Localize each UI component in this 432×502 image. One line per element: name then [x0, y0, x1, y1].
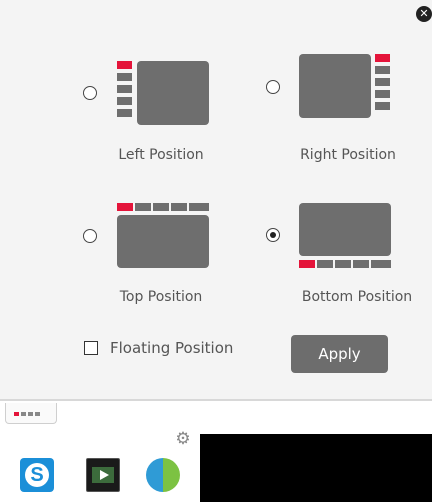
top-position-label: Top Position — [119, 289, 203, 305]
left-bar-block — [117, 85, 132, 93]
radio-right-position[interactable] — [266, 80, 280, 94]
top-preview-screen — [117, 215, 209, 268]
left-bar-block-active — [117, 61, 132, 69]
launcher-toggle-tab[interactable] — [5, 403, 57, 424]
top-bar-block — [153, 203, 169, 211]
left-preview-screen — [137, 61, 209, 125]
media-player-icon[interactable] — [86, 458, 120, 492]
skype-glyph: S — [30, 464, 44, 486]
right-bar-block-active — [375, 54, 390, 62]
left-bar-block — [117, 97, 132, 105]
right-bar-block — [375, 66, 390, 74]
left-bar-block — [117, 73, 132, 81]
bottom-preview-screen — [299, 203, 391, 256]
desktop-background — [200, 434, 432, 502]
panel-divider — [0, 399, 432, 401]
right-bar-block — [375, 78, 390, 86]
top-bar-block-active — [117, 203, 133, 211]
bottom-bar-block — [317, 260, 333, 268]
radio-left-position[interactable] — [83, 86, 97, 100]
skype-icon[interactable]: S — [20, 458, 54, 492]
right-bar-block — [375, 90, 390, 98]
tab-dot-active — [14, 412, 19, 416]
tab-dot — [21, 412, 26, 416]
tab-dot — [28, 412, 33, 416]
globe-icon[interactable] — [146, 458, 180, 492]
bottom-position-label: Bottom Position — [301, 289, 413, 305]
top-bar-block — [135, 203, 151, 211]
top-bar-block — [189, 203, 209, 211]
radio-bottom-position[interactable] — [266, 228, 280, 242]
top-bar-block — [171, 203, 187, 211]
left-bar-block — [117, 109, 132, 117]
position-dialog: ✕ Left Position Right Position Top Posit… — [0, 0, 432, 399]
bottom-bar-block-active — [299, 260, 315, 268]
bottom-bar-block — [353, 260, 369, 268]
floating-position-label: Floating Position — [110, 339, 234, 357]
bottom-bar-block — [371, 260, 391, 268]
right-preview-screen — [299, 54, 371, 118]
right-bar-block — [375, 102, 390, 110]
right-position-label: Right Position — [300, 147, 396, 163]
gear-icon[interactable]: ⚙ — [174, 430, 192, 448]
floating-position-checkbox[interactable] — [84, 341, 98, 355]
radio-top-position[interactable] — [83, 229, 97, 243]
apply-button[interactable]: Apply — [291, 335, 388, 373]
bottom-bar-block — [335, 260, 351, 268]
left-position-label: Left Position — [118, 147, 204, 163]
tab-dot — [35, 412, 40, 416]
close-icon[interactable]: ✕ — [416, 6, 432, 22]
